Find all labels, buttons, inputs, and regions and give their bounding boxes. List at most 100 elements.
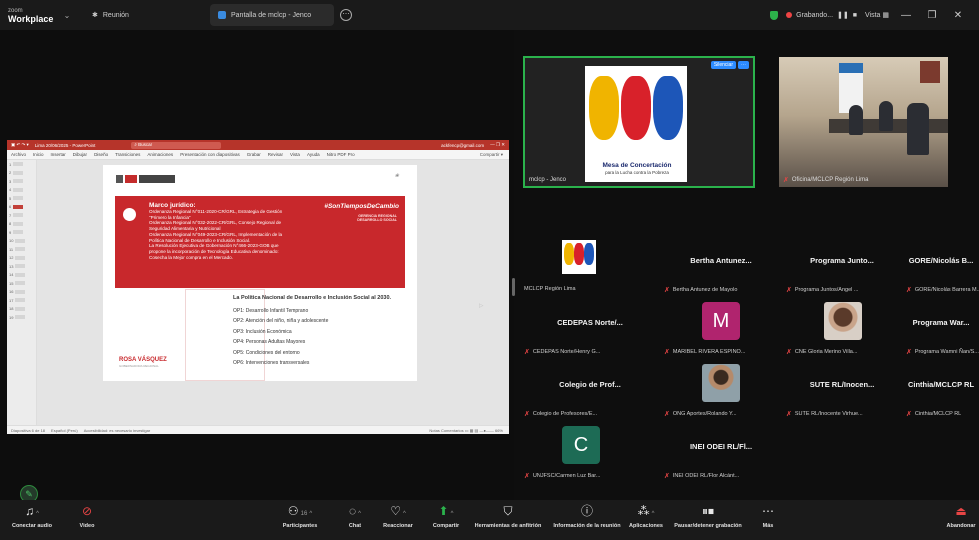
slide-thumbnail[interactable]: 16 xyxy=(7,288,36,297)
participants-button[interactable]: ⚇ 16 ^ Participantes xyxy=(276,504,324,529)
close-icon[interactable]: ✕ xyxy=(949,10,967,21)
governor-title: GOBERNADORA REGIONAL xyxy=(119,364,159,368)
ribbon-tab[interactable]: Archivo xyxy=(11,152,26,157)
host-tools-button[interactable]: ⛉ Herramientas de anfitrión xyxy=(471,504,545,529)
ribbon-tab[interactable]: Nitro PDF Pro xyxy=(327,152,355,157)
active-speaker-tile[interactable]: Mesa de Concertación para la Lucha contr… xyxy=(523,56,755,188)
ribbon-tab[interactable]: Inicio xyxy=(33,152,44,157)
slide-thumbnail[interactable]: 13 xyxy=(7,262,36,271)
slide-thumbnail[interactable]: 19 xyxy=(7,313,36,322)
ribbon-tab[interactable]: Presentación con diapositivas xyxy=(180,152,240,157)
pause-icon[interactable]: ❚❚ xyxy=(837,11,849,19)
ribbon-tab[interactable]: Dibujar xyxy=(73,152,87,157)
slide-thumbnail-preview xyxy=(15,298,26,303)
tile-name: ✗ Oficina/MCLCP Región Lima xyxy=(783,176,868,184)
panel-resize-handle[interactable] xyxy=(512,278,515,296)
slide-thumbnail-preview xyxy=(15,306,26,311)
tab-share-screen[interactable]: Pantalla de mclcp - Jenco xyxy=(210,4,334,26)
participant-label-text: MCLCP Región Lima xyxy=(524,286,576,292)
shield-icon: ⛉ xyxy=(503,504,513,518)
slide-thumbnail[interactable]: 3 xyxy=(7,177,36,186)
chat-button[interactable]: ◌ ^ Chat xyxy=(342,504,368,529)
participant-display-name: Programa Junto... xyxy=(810,256,874,265)
leave-icon: ⏏ xyxy=(955,504,967,518)
slide-thumbnail[interactable]: 11 xyxy=(7,245,36,254)
react-button[interactable]: ♡ ^ Reaccionar xyxy=(381,504,415,529)
apps-button[interactable]: ⁂ ^ Aplicaciones xyxy=(626,504,666,529)
ppt-account[interactable]: ackfencp@gmail.com xyxy=(441,143,484,148)
participant-display-name: Colegio de Prof... xyxy=(559,380,621,389)
slide-thumbnail[interactable]: 10 xyxy=(7,237,36,246)
notes-button[interactable]: Notas xyxy=(429,428,439,433)
slide-thumbnail[interactable]: 18 xyxy=(7,305,36,314)
screen-share-icon xyxy=(218,11,226,19)
language-status[interactable]: Español (Perú) xyxy=(51,428,78,433)
slide-thumbnail[interactable]: 1 xyxy=(7,160,36,169)
slide-thumbnail-number: 15 xyxy=(9,280,14,286)
minimize-icon[interactable]: — xyxy=(897,10,915,21)
ribbon-tab[interactable]: Animaciones xyxy=(147,152,173,157)
record-button[interactable]: ⏸⏹ Pausar/detener grabación xyxy=(670,504,746,529)
tile-more-icon[interactable]: ⋯ xyxy=(738,61,749,69)
ppt-search-input[interactable]: ⌕ Buscar xyxy=(131,141,222,149)
zoom-slider[interactable]: —●—— xyxy=(479,428,493,433)
slide-thumbnail[interactable]: 15 xyxy=(7,279,36,288)
accessibility-status[interactable]: Accesibilidad: es necesario investigar xyxy=(84,428,150,433)
slide-thumbnail[interactable]: 5 xyxy=(7,194,36,203)
slide-thumbnail[interactable]: 12 xyxy=(7,254,36,263)
view-buttons[interactable]: ▭ ▦ ▤ xyxy=(465,428,479,433)
headphones-icon: ♫ ^ xyxy=(25,504,39,518)
slide-thumbnail[interactable]: 4 xyxy=(7,186,36,195)
silence-button[interactable]: Silenciar xyxy=(710,61,736,69)
ppt-quick-access[interactable]: ▣ ↶ ↷ ▾ xyxy=(11,142,29,148)
more-icon: ⋯ xyxy=(762,504,774,518)
comments-button[interactable]: Comentarios xyxy=(441,428,464,433)
ribbon-tab[interactable]: Transiciones xyxy=(115,152,140,157)
video-button[interactable]: ⊘ Video xyxy=(72,504,102,529)
legal-framework-text: Marco jurídico: Ordenanza Regional N°011… xyxy=(149,202,329,260)
meeting-info-button[interactable]: ⓘ Información de la reunión xyxy=(550,504,624,529)
slide-thumbnail[interactable]: 7 xyxy=(7,211,36,220)
ribbon-tab[interactable]: Vista xyxy=(290,152,300,157)
view-button[interactable]: Vista ▦ xyxy=(865,11,889,19)
ppt-share-button[interactable]: Compartir ▾ xyxy=(480,152,509,158)
slide-thumbnail[interactable]: 17 xyxy=(7,296,36,305)
ribbon-tab[interactable]: Revisar xyxy=(268,152,283,157)
stop-icon[interactable]: ■ xyxy=(853,12,857,19)
participant-display-name: SUTE RL/Inocen... xyxy=(809,380,875,389)
room-video-tile[interactable]: ✗ Oficina/MCLCP Región Lima xyxy=(779,57,948,187)
mic-muted-icon: ✗ xyxy=(664,411,670,418)
participant-label: ✗ Programa Wamni Ñan/S... xyxy=(906,348,979,356)
slide-thumbnail[interactable]: 2 xyxy=(7,169,36,178)
ppt-window-controls[interactable]: — ❐ ✕ xyxy=(490,142,505,148)
slide-thumbnail[interactable]: 8 xyxy=(7,220,36,229)
more-options-icon[interactable]: ⋯ xyxy=(340,9,352,21)
security-shield-icon[interactable] xyxy=(770,10,779,20)
logo-face-blue xyxy=(653,76,683,140)
silence-controls[interactable]: Silenciar ⋯ xyxy=(710,61,749,69)
recording-indicator[interactable]: Grabando... ❚❚ ■ xyxy=(786,11,857,19)
mesa-logo-small xyxy=(562,240,596,274)
participant-label-text: Programa Wamni Ñan/S... xyxy=(914,349,979,355)
ribbon-tab[interactable]: Grabar xyxy=(247,152,261,157)
participant-display-name: INEI ODEI RL/Fl... xyxy=(689,442,753,451)
ribbon-tab[interactable]: Ayuda xyxy=(307,152,320,157)
mic-muted-icon: ✗ xyxy=(524,473,530,480)
tab-meeting[interactable]: ✱ Reunión xyxy=(84,4,210,26)
slide-thumbnail[interactable]: 6 xyxy=(7,203,36,212)
more-button[interactable]: ⋯ Más xyxy=(758,504,778,529)
restore-icon[interactable]: ❐ xyxy=(923,10,941,21)
ribbon-tab[interactable]: Diseño xyxy=(94,152,108,157)
ribbon-tab[interactable]: Insertar xyxy=(51,152,66,157)
slide-thumbnail[interactable]: 9 xyxy=(7,228,36,237)
share-button[interactable]: ⬆ ^ Compartir xyxy=(426,504,466,529)
slide-thumbnail[interactable]: 14 xyxy=(7,271,36,280)
slide-thumbnails[interactable]: 1 2 3 4 5 6 7 8 9 10 11 12 13 14 15 16 17 18 19 xyxy=(7,160,37,425)
leave-button[interactable]: ⏏ Abandonar xyxy=(944,504,978,529)
ppt-ribbon: Archivo Inicio Insertar Dibujar Diseño T… xyxy=(7,150,509,160)
slide-thumbnail-number: 14 xyxy=(9,272,14,278)
mic-muted-icon: ✗ xyxy=(906,349,912,356)
chevron-down-icon[interactable]: ⌄ xyxy=(60,11,74,20)
audio-button[interactable]: ♫ ^ Conectar audio xyxy=(10,504,54,529)
policy-item: OP6: Intervenciones transversales xyxy=(233,360,310,366)
